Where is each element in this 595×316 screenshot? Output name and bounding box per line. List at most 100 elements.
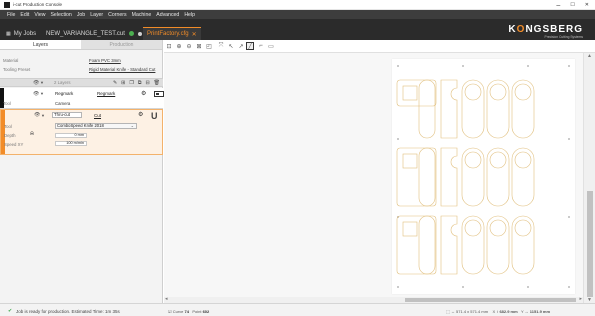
layer-swatch-icon[interactable]: [154, 91, 164, 97]
vertical-scrollbar[interactable]: ▲ ▼: [583, 53, 595, 303]
canvas[interactable]: [164, 53, 583, 302]
menu-view[interactable]: View: [34, 12, 45, 18]
depth-label: Depth: [4, 133, 16, 138]
vertical-scroll-thumb[interactable]: [587, 191, 593, 297]
cut-paths: [396, 65, 570, 288]
depth-input[interactable]: 0 mm: [55, 133, 87, 138]
x-value: 682.9 mm: [499, 309, 518, 314]
delete-layer-icon[interactable]: 🗑: [154, 80, 160, 86]
tooling-label: Tooling Preset: [3, 66, 31, 72]
scroll-left-icon[interactable]: ◂: [165, 296, 168, 302]
speed-label: Speed XY: [4, 142, 24, 147]
logo-subtitle: Precision Cutting Systems: [544, 35, 583, 39]
pointer-icon[interactable]: ↖: [227, 42, 235, 50]
gear-icon[interactable]: ⚙: [138, 111, 143, 118]
material-label: Material: [3, 57, 19, 63]
visibility-icon[interactable]: 👁: [33, 91, 39, 97]
material-link[interactable]: Foam PVC 3mm: [89, 58, 121, 63]
merge-layer-icon[interactable]: ⧉: [138, 80, 142, 86]
regmark-icon: [397, 65, 570, 288]
zoom-in-icon[interactable]: ⊕: [175, 42, 183, 50]
zoom-window-icon[interactable]: ◰: [205, 42, 213, 50]
add-layer-icon[interactable]: ⊞: [121, 80, 125, 86]
layer-regmark[interactable]: 👁 ▼ Regmark Regmark ⚙ Tool Camera: [0, 88, 164, 109]
pointer-alt-icon[interactable]: ↗: [237, 42, 245, 50]
tool-select[interactable]: ComboSpeed Knife 2018 ⌄: [55, 123, 137, 129]
menu-corners[interactable]: Corners: [108, 12, 126, 18]
bounding-box-icon: ⬚: [446, 309, 450, 314]
layers-panel: Layers Production Material Foam PVC 3mm …: [0, 40, 164, 316]
copy-layer-icon[interactable]: ❐: [129, 80, 133, 86]
tab-job[interactable]: NEW_VARIANGLE_TEST.cut: [46, 27, 142, 40]
rectangle-icon[interactable]: ▭: [267, 42, 275, 50]
layer-name-input[interactable]: Thru-cut: [52, 112, 82, 118]
horizontal-scroll-thumb[interactable]: [405, 298, 576, 302]
menu-help[interactable]: Help: [184, 12, 195, 18]
menu-bar: File Edit View Selection Job Layer Corne…: [0, 10, 595, 19]
layer-name: Regmark: [55, 91, 74, 96]
minimize-icon[interactable]: –: [556, 2, 560, 9]
coordinates-readout: ⬚ ↔ 571.4 x 571.4 mm X ↕ 682.9 mm Y ↔ 11…: [446, 309, 550, 314]
menu-selection[interactable]: Selection: [50, 12, 71, 18]
collapse-icon[interactable]: ▼: [41, 113, 45, 118]
node-icon[interactable]: ⤧: [217, 42, 225, 50]
job-status-icon: [128, 31, 134, 36]
tab-config-label: PrintFactory.cfg: [147, 31, 189, 37]
select-icon[interactable]: ⊡: [165, 42, 173, 50]
status-bar: ✔ Job is ready for production. Estimated…: [0, 303, 595, 316]
layer-toolbar: ✎ ⊞ ❐ ⧉ ⊟ 🗑: [113, 80, 160, 86]
tooling-row: Tooling Preset Rigid Material Knife - St…: [0, 65, 163, 73]
canvas-toolbar: ⊡ ⊕ ⊖ ⊠ ◰ ⤧ ↖ ↗ ╱ ⌐ ▭: [164, 40, 595, 53]
selection-info: ☑ Curve 74 Point 602: [168, 309, 209, 314]
tab-my-jobs[interactable]: ▦ My Jobs: [6, 27, 36, 40]
tab-my-jobs-label: My Jobs: [13, 30, 37, 37]
tool-label: Tool: [3, 101, 11, 106]
tab-close-icon[interactable]: ✕: [192, 31, 197, 38]
y-value: 1151.9 mm: [529, 309, 551, 314]
tab-production[interactable]: Production: [81, 40, 162, 49]
edit-layer-icon[interactable]: ✎: [113, 80, 117, 86]
pen-icon[interactable]: ╱: [246, 42, 254, 50]
size-value: 571.4 x 571.4 mm: [456, 309, 489, 314]
zoom-fit-icon[interactable]: ⊠: [195, 42, 203, 50]
tooling-link[interactable]: Rigid Material Knife - Standard Cut: [89, 67, 155, 72]
close-icon[interactable]: ✕: [585, 2, 589, 8]
curve-value: 74: [184, 309, 189, 314]
group-layer-icon[interactable]: ⊟: [145, 80, 149, 86]
line-icon[interactable]: ⌐: [257, 42, 265, 50]
menu-edit[interactable]: Edit: [20, 12, 29, 18]
collapse-icon[interactable]: ▼: [40, 91, 44, 96]
tool-value: Camera: [55, 101, 71, 106]
menu-file[interactable]: File: [7, 12, 15, 18]
grid-icon: ▦: [6, 30, 11, 37]
tab-config[interactable]: PrintFactory.cfg ✕: [143, 27, 201, 40]
menu-advanced[interactable]: Advanced: [156, 12, 179, 18]
layer-thru-cut[interactable]: 👁 ▼ Thru-cut Cut ⚙ U Tool ComboSpeed Kni…: [0, 109, 163, 155]
scroll-right-icon[interactable]: ▸: [579, 296, 582, 302]
gear-icon[interactable]: ⚙: [141, 90, 146, 97]
material-sheet[interactable]: [392, 59, 575, 294]
zoom-out-icon[interactable]: ⊖: [185, 42, 193, 50]
depth-gauge-icon: ⍾: [30, 131, 34, 137]
point-label: Point: [192, 309, 202, 314]
expand-all-icon[interactable]: ▼: [40, 80, 44, 85]
tab-bar: ▦ My Jobs NEW_VARIANGLE_TEST.cut PrintFa…: [0, 19, 595, 40]
menu-machine[interactable]: Machine: [132, 12, 152, 18]
y-label: Y: [520, 309, 524, 314]
maximize-icon[interactable]: ☐: [570, 2, 574, 8]
tool-label: Tool: [4, 124, 12, 129]
curve-label: Curve: [172, 309, 184, 314]
x-label: X: [492, 309, 496, 314]
knife-tool-icon[interactable]: U: [151, 111, 158, 121]
tab-layers[interactable]: Layers: [0, 40, 81, 49]
chevron-down-icon: ⌄: [130, 123, 134, 128]
layer-type-link[interactable]: Regmark: [97, 91, 115, 96]
visibility-icon[interactable]: 👁: [34, 112, 40, 118]
speed-input[interactable]: 100 m/min: [55, 141, 87, 146]
menu-layer[interactable]: Layer: [90, 12, 103, 18]
point-value: 602: [202, 309, 210, 314]
scroll-up-icon[interactable]: ▲: [587, 53, 592, 59]
menu-job[interactable]: Job: [77, 12, 85, 18]
layer-type-link[interactable]: Cut: [94, 113, 101, 118]
visibility-all-icon[interactable]: 👁: [33, 80, 39, 86]
